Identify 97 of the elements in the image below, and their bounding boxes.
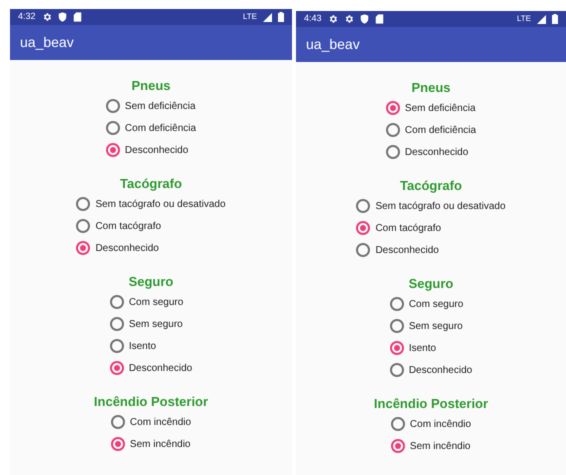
radio-button[interactable] [110, 295, 124, 309]
radio-option[interactable]: Desconhecido [110, 357, 192, 379]
option-label: Sem incêndio [130, 438, 190, 452]
radio-option[interactable]: Com tacógrafo [356, 217, 506, 239]
radio-button[interactable] [110, 361, 124, 375]
radio-option[interactable]: Sem seguro [390, 315, 472, 337]
option-label: Desconhecido [128, 362, 192, 376]
radio-option[interactable]: Sem incêndio [110, 433, 192, 455]
radio-button[interactable] [390, 341, 404, 355]
radio-option[interactable]: Com tacógrafo [76, 215, 226, 237]
radio-button[interactable] [390, 417, 405, 431]
gear-icon [344, 14, 354, 24]
option-label: Desconhecido [408, 364, 472, 378]
radio-option[interactable]: Sem deficiência [106, 95, 196, 117]
shield-icon [360, 14, 369, 24]
radio-button[interactable] [106, 121, 120, 135]
radio-option[interactable]: Com seguro [110, 291, 192, 313]
option-label: Com tacógrafo [95, 220, 162, 234]
radio-option[interactable]: Isento [390, 337, 472, 359]
option-label: Com tacógrafo [375, 222, 442, 236]
option-label: Sem tacógrafo ou desativado [95, 198, 226, 212]
section-title: Seguro [408, 275, 454, 293]
radio-button[interactable] [76, 197, 90, 211]
radio-option[interactable]: Com seguro [390, 293, 472, 315]
radio-button[interactable] [106, 99, 120, 113]
option-label: Desconhecido [124, 144, 188, 158]
radio-button[interactable] [390, 363, 404, 377]
battery-icon [278, 12, 284, 22]
option-label: Com seguro [128, 296, 184, 310]
signal-icon [263, 12, 272, 22]
status-time: 4:43 [304, 12, 322, 26]
radio-button[interactable] [386, 123, 400, 137]
radio-button[interactable] [386, 145, 400, 159]
radio-option[interactable]: Desconhecido [390, 359, 472, 381]
section-title: Incêndio Posterior [374, 395, 488, 413]
radio-button[interactable] [390, 439, 405, 453]
option-label: Isento [408, 342, 436, 356]
option-label: Com incêndio [130, 416, 192, 430]
battery-icon [552, 14, 558, 24]
radio-option[interactable]: Desconhecido [76, 237, 226, 259]
radio-button[interactable] [76, 219, 90, 233]
section-title: Seguro [128, 273, 174, 291]
option-label: Sem seguro [408, 320, 463, 334]
radio-button[interactable] [390, 297, 404, 311]
section-title: Tacógrafo [400, 177, 462, 195]
network-type: LTE [242, 11, 257, 23]
option-label: Com incêndio [410, 418, 472, 432]
option-label: Sem deficiência [124, 100, 196, 114]
radio-option[interactable]: Desconhecido [386, 141, 476, 163]
radio-option[interactable]: Com incêndio [390, 413, 472, 435]
gear-icon [328, 14, 338, 24]
section-title: Incêndio Posterior [94, 393, 208, 411]
radio-button[interactable] [110, 437, 125, 451]
option-label: Desconhecido [95, 242, 159, 256]
radio-button[interactable] [356, 199, 370, 213]
sd-card-icon [72, 12, 82, 22]
network-type: LTE [516, 13, 531, 25]
sd-card-icon [374, 14, 384, 24]
section-title: Pneus [131, 77, 170, 95]
radio-option[interactable]: Sem tacógrafo ou desativado [356, 195, 506, 217]
option-label: Com deficiência [124, 122, 196, 136]
option-label: Desconhecido [404, 146, 468, 160]
signal-icon [537, 14, 546, 24]
radio-option[interactable]: Sem incêndio [390, 435, 472, 457]
radio-button[interactable] [110, 339, 124, 353]
section-title: Pneus [411, 79, 450, 97]
radio-option[interactable]: Sem seguro [110, 313, 192, 335]
option-label: Sem deficiência [404, 102, 476, 116]
radio-option[interactable]: Com deficiência [106, 117, 196, 139]
radio-option[interactable]: Com deficiência [386, 119, 476, 141]
radio-button[interactable] [386, 101, 400, 115]
option-label: Com deficiência [404, 124, 476, 138]
radio-option[interactable]: Sem deficiência [386, 97, 476, 119]
radio-button[interactable] [356, 243, 370, 257]
radio-option[interactable]: Desconhecido [106, 139, 196, 161]
option-label: Isento [128, 340, 156, 354]
section-title: Tacógrafo [120, 175, 182, 193]
option-label: Sem incêndio [410, 440, 470, 454]
radio-option[interactable]: Com incêndio [110, 411, 192, 433]
radio-button[interactable] [76, 241, 90, 255]
radio-option[interactable]: Sem tacógrafo ou desativado [76, 193, 226, 215]
radio-button[interactable] [110, 317, 124, 331]
option-label: Sem tacógrafo ou desativado [375, 200, 506, 214]
option-label: Desconhecido [375, 244, 439, 258]
gear-icon [42, 12, 52, 22]
option-label: Com seguro [408, 298, 464, 312]
option-label: Sem seguro [128, 318, 183, 332]
radio-button[interactable] [106, 143, 120, 157]
app-title: ua_beav [306, 35, 360, 54]
status-time: 4:32 [18, 10, 36, 24]
radio-button[interactable] [110, 415, 125, 429]
radio-option[interactable]: Desconhecido [356, 239, 506, 261]
shield-icon [58, 12, 67, 22]
radio-option[interactable]: Isento [110, 335, 192, 357]
radio-button[interactable] [390, 319, 404, 333]
radio-button[interactable] [356, 221, 370, 235]
app-title: ua_beav [20, 33, 74, 52]
